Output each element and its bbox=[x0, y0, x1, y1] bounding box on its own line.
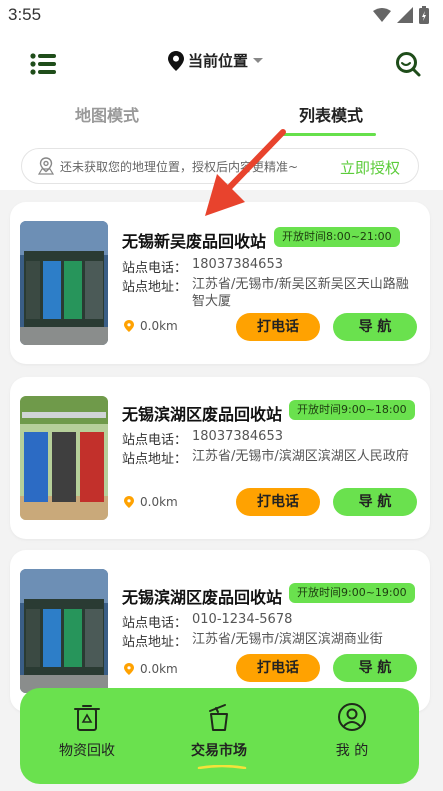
station-photo bbox=[20, 569, 108, 693]
opening-hours-badge: 开放时间8:00~21:00 bbox=[274, 227, 400, 247]
map-pin-icon bbox=[38, 157, 54, 175]
active-tab-indicator bbox=[281, 133, 376, 136]
opening-hours-badge: 开放时间9:00~19:00 bbox=[289, 583, 415, 603]
location-pin-icon bbox=[168, 50, 184, 71]
phone-number: 010-1234-5678 bbox=[192, 612, 293, 627]
station-card[interactable]: 无锡滨湖区废品回收站 开放时间9:00~18:00 站点电话： 18037384… bbox=[10, 377, 430, 539]
distance-text: 0.0km bbox=[140, 662, 178, 676]
phone-number: 18037384653 bbox=[192, 429, 283, 444]
nav-item-market[interactable]: 交易市场 bbox=[164, 702, 274, 760]
user-icon bbox=[338, 703, 366, 731]
call-button[interactable]: 打电话 bbox=[236, 654, 320, 682]
nav-item-profile[interactable]: 我 的 bbox=[297, 702, 407, 760]
station-title: 无锡滨湖区废品回收站 bbox=[122, 588, 283, 607]
distance-text: 0.0km bbox=[140, 319, 178, 333]
call-button[interactable]: 打电话 bbox=[236, 313, 320, 341]
status-icons bbox=[373, 6, 429, 24]
phone-number: 18037384653 bbox=[192, 257, 283, 272]
station-card[interactable]: 无锡新吴废品回收站 开放时间8:00~21:00 站点电话： 180373846… bbox=[10, 202, 430, 364]
tab-map-mode[interactable]: 地图模式 bbox=[75, 102, 139, 126]
location-pin-icon bbox=[124, 320, 134, 332]
status-time: 3:55 bbox=[8, 5, 42, 24]
location-pin-icon bbox=[124, 663, 134, 675]
bottom-nav: 物资回收 交易市场 我 的 bbox=[20, 688, 419, 784]
navigate-button[interactable]: 导 航 bbox=[333, 488, 417, 516]
tab-list-mode[interactable]: 列表模式 bbox=[299, 102, 363, 126]
distance: 0.0km bbox=[124, 319, 178, 333]
menu-icon[interactable] bbox=[30, 52, 56, 76]
address-label: 站点地址： bbox=[122, 635, 188, 650]
location-notice: 还未获取您的地理位置，授权后内容更精准~ 立即授权 bbox=[21, 148, 419, 184]
location-pin-icon bbox=[124, 496, 134, 508]
notice-text: 还未获取您的地理位置，授权后内容更精准~ bbox=[60, 159, 299, 174]
address-text: 江苏省/无锡市/滨湖区滨湖商业街 bbox=[192, 632, 383, 647]
address-label: 站点地址： bbox=[122, 280, 188, 295]
call-button[interactable]: 打电话 bbox=[236, 488, 320, 516]
address-text: 江苏省/无锡市/滨湖区滨湖区人民政府 bbox=[192, 449, 409, 464]
nav-label-profile: 我 的 bbox=[335, 743, 369, 759]
location-selector[interactable]: 当前位置 bbox=[168, 50, 264, 71]
station-photo bbox=[20, 221, 108, 345]
status-bar: 3:55 bbox=[0, 0, 443, 30]
station-title: 无锡新吴废品回收站 bbox=[122, 232, 267, 251]
nav-label-recycle: 物资回收 bbox=[59, 743, 115, 759]
wifi-icon bbox=[373, 8, 391, 22]
signal-icon bbox=[397, 7, 413, 23]
phone-label: 站点电话： bbox=[122, 616, 188, 631]
chevron-down-icon bbox=[253, 57, 264, 63]
nav-item-recycle[interactable]: 物资回收 bbox=[32, 702, 142, 760]
station-title: 无锡滨湖区废品回收站 bbox=[122, 405, 283, 424]
header: 当前位置 地图模式 列表模式 还未获取您的地理位置，授权后内容更精准~ 立即授权 bbox=[0, 30, 443, 190]
search-icon[interactable] bbox=[394, 50, 422, 78]
active-nav-indicator bbox=[197, 765, 247, 769]
opening-hours-badge: 开放时间9:00~18:00 bbox=[289, 400, 415, 420]
authorize-link[interactable]: 立即授权 bbox=[340, 157, 400, 178]
location-label: 当前位置 bbox=[188, 52, 249, 70]
nav-label-market: 交易市场 bbox=[191, 743, 247, 759]
station-photo bbox=[20, 396, 108, 520]
recycle-bin-icon bbox=[74, 705, 100, 731]
distance-text: 0.0km bbox=[140, 495, 178, 509]
phone-label: 站点电话： bbox=[122, 433, 188, 448]
navigate-button[interactable]: 导 航 bbox=[333, 313, 417, 341]
address-label: 站点地址： bbox=[122, 452, 188, 467]
distance: 0.0km bbox=[124, 495, 178, 509]
navigate-button[interactable]: 导 航 bbox=[333, 654, 417, 682]
address-text: 江苏省/无锡市/新吴区新吴区天山路融智大厦 bbox=[192, 277, 409, 309]
trash-can-icon bbox=[209, 704, 228, 731]
phone-label: 站点电话： bbox=[122, 261, 188, 276]
distance: 0.0km bbox=[124, 662, 178, 676]
battery-icon bbox=[419, 6, 429, 24]
